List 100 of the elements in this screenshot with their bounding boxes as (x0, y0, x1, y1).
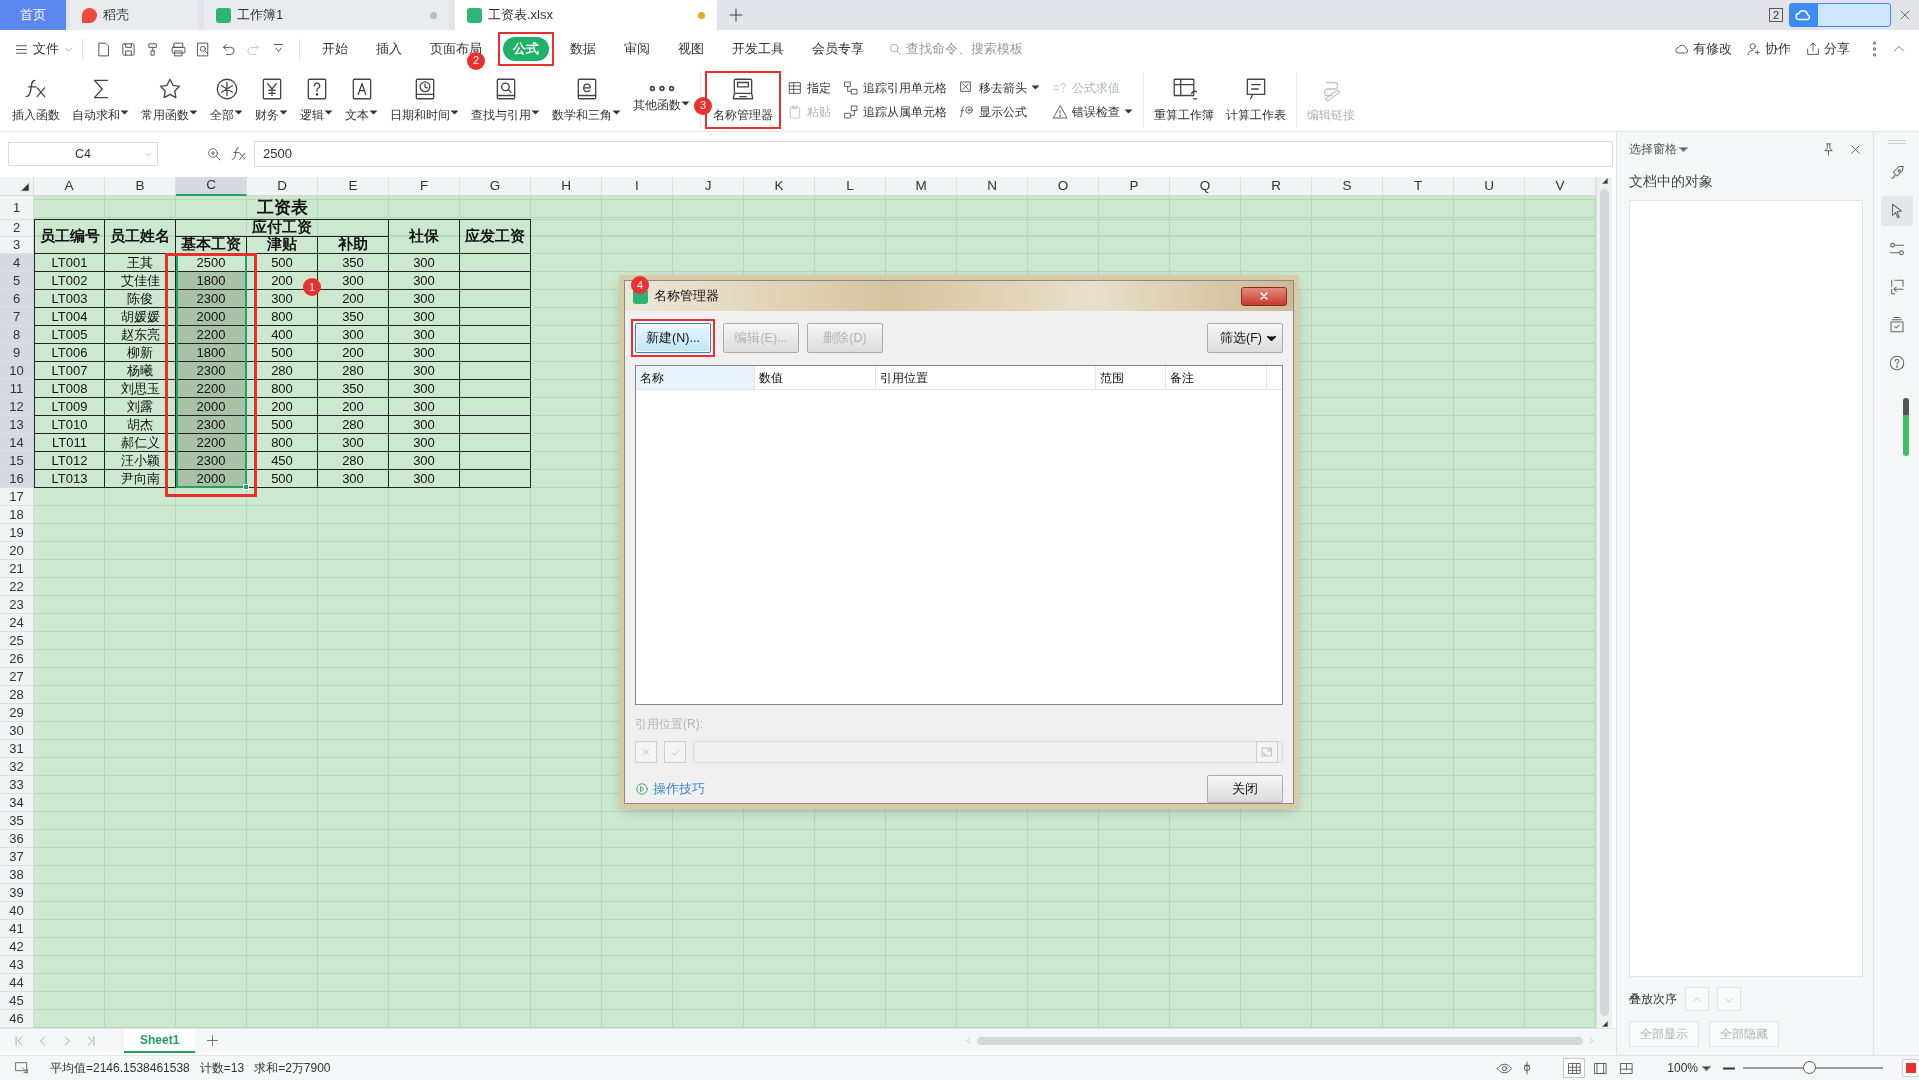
function-icon[interactable] (230, 145, 248, 163)
row-header[interactable]: 26 (0, 650, 34, 668)
list-column-header[interactable]: 范围 (1096, 366, 1166, 389)
toolbar-action[interactable]: 分享 (1805, 39, 1850, 59)
name-box[interactable]: C4 (8, 142, 158, 166)
column-header[interactable]: B (105, 177, 176, 196)
tips-link[interactable]: 操作技巧 (635, 779, 705, 799)
menu-tab[interactable]: 开发工具 (722, 36, 794, 62)
column-header[interactable]: A (34, 177, 105, 196)
row-header[interactable]: 3 (0, 237, 34, 254)
ribbon-button[interactable]: 计算工作表 (1220, 72, 1292, 127)
pane-title[interactable]: 选择窗格 (1629, 140, 1688, 158)
ribbon-button[interactable]: 名称管理器 (707, 72, 779, 127)
save-icon[interactable] (120, 40, 137, 58)
column-header[interactable]: U (1454, 177, 1525, 196)
row-header[interactable]: 29 (0, 704, 34, 722)
row-header[interactable]: 36 (0, 830, 34, 848)
row-header[interactable]: 1 (0, 196, 34, 220)
row-header[interactable]: 4 (0, 254, 34, 272)
view-button[interactable] (1563, 1058, 1586, 1078)
column-header[interactable]: I (602, 177, 673, 196)
row-header[interactable]: 14 (0, 434, 34, 452)
column-header[interactable]: P (1099, 177, 1170, 196)
row-header[interactable]: 27 (0, 668, 34, 686)
document-tab[interactable]: 工资表.xlsx (455, 0, 717, 30)
print-icon[interactable] (170, 40, 187, 58)
row-header[interactable]: 5 (0, 272, 34, 290)
ribbon-button[interactable]: 移去箭头 (959, 78, 1040, 97)
column-header[interactable]: R (1241, 177, 1312, 196)
row-header[interactable]: 9 (0, 344, 34, 362)
row-header[interactable]: 19 (0, 524, 34, 542)
scrollbar[interactable] (1596, 177, 1612, 1028)
row-header[interactable]: 33 (0, 776, 34, 794)
row-header[interactable]: 32 (0, 758, 34, 776)
row-header[interactable]: 23 (0, 596, 34, 614)
row-header[interactable]: 30 (0, 722, 34, 740)
zoom-thumb[interactable] (1802, 1061, 1816, 1074)
row-header[interactable]: 12 (0, 398, 34, 416)
side-tool[interactable] (1880, 196, 1913, 226)
more-icon[interactable] (1872, 41, 1877, 57)
column-header[interactable]: G (460, 177, 531, 196)
dialog-button[interactable]: 新建(N)... (635, 323, 711, 353)
pin-icon[interactable] (1821, 141, 1836, 157)
column-header[interactable]: N (957, 177, 1028, 196)
ribbon-button[interactable]: 查找与引用 (465, 72, 546, 127)
ribbon-button[interactable]: 常用函数 (135, 72, 204, 127)
zoom-out-icon[interactable] (1723, 1066, 1735, 1070)
ribbon-button[interactable]: 全部 (204, 72, 249, 127)
document-tab[interactable]: 工作簿1 (204, 0, 449, 30)
row-header[interactable]: 7 (0, 308, 34, 326)
row-header[interactable]: 45 (0, 992, 34, 1010)
ribbon-button[interactable]: 指定 (787, 78, 831, 97)
column-header[interactable]: Q (1170, 177, 1241, 196)
document-tab[interactable]: 稻壳 (70, 0, 198, 30)
row-header[interactable]: 13 (0, 416, 34, 434)
row-header[interactable]: 28 (0, 686, 34, 704)
ribbon-button[interactable]: 追踪从属单元格 (843, 102, 947, 121)
close-button[interactable]: 关闭 (1207, 775, 1283, 803)
select-all-icon[interactable] (19, 181, 31, 193)
row-header[interactable]: 11 (0, 380, 34, 398)
column-header[interactable]: E (318, 177, 389, 196)
column-header[interactable]: M (886, 177, 957, 196)
window-count[interactable]: 2 (1768, 8, 1783, 22)
column-header[interactable]: J (673, 177, 744, 196)
add-sheet-icon[interactable] (205, 1033, 221, 1048)
row-header[interactable]: 44 (0, 974, 34, 992)
list-column-header[interactable]: 引用位置 (876, 366, 1096, 389)
formula-input[interactable]: 2500 (254, 141, 1613, 167)
file-menu[interactable]: 文件 (14, 39, 74, 59)
new-tab-icon[interactable] (727, 6, 745, 24)
ribbon-button[interactable]: 显示公式 (959, 102, 1040, 121)
row-header[interactable]: 40 (0, 902, 34, 920)
list-column-header[interactable]: 备注 (1166, 366, 1267, 389)
row-header[interactable]: 6 (0, 290, 34, 308)
menu-tab[interactable]: 插入 (366, 36, 412, 62)
toolbar-action[interactable]: 有修改 (1674, 39, 1732, 59)
column-header[interactable]: V (1525, 177, 1596, 196)
reference-field[interactable] (693, 741, 1283, 763)
row-header[interactable]: 21 (0, 560, 34, 578)
row-header[interactable]: 46 (0, 1010, 34, 1028)
column-header[interactable]: F (389, 177, 460, 196)
toolbar-action[interactable]: 协作 (1746, 39, 1791, 59)
column-header[interactable]: S (1312, 177, 1383, 196)
menu-tab[interactable]: 开始 (312, 36, 358, 62)
row-header[interactable]: 8 (0, 326, 34, 344)
zoom-level[interactable]: 100% (1667, 1059, 1698, 1077)
column-header[interactable]: O (1028, 177, 1099, 196)
row-header[interactable]: 34 (0, 794, 34, 812)
close-dot[interactable] (430, 11, 437, 19)
menu-tab[interactable]: 审阅 (614, 36, 660, 62)
row-header[interactable]: 18 (0, 506, 34, 524)
ribbon-button[interactable]: 文本 (339, 72, 384, 127)
row-header[interactable]: 37 (0, 848, 34, 866)
row-header[interactable]: 15 (0, 452, 34, 470)
column-header[interactable]: D (247, 177, 318, 196)
list-column-header[interactable]: 名称 (636, 366, 755, 389)
account-button[interactable] (1789, 3, 1891, 27)
row-header[interactable]: 17 (0, 488, 34, 506)
row-header[interactable]: 41 (0, 920, 34, 938)
row-header[interactable]: 20 (0, 542, 34, 560)
